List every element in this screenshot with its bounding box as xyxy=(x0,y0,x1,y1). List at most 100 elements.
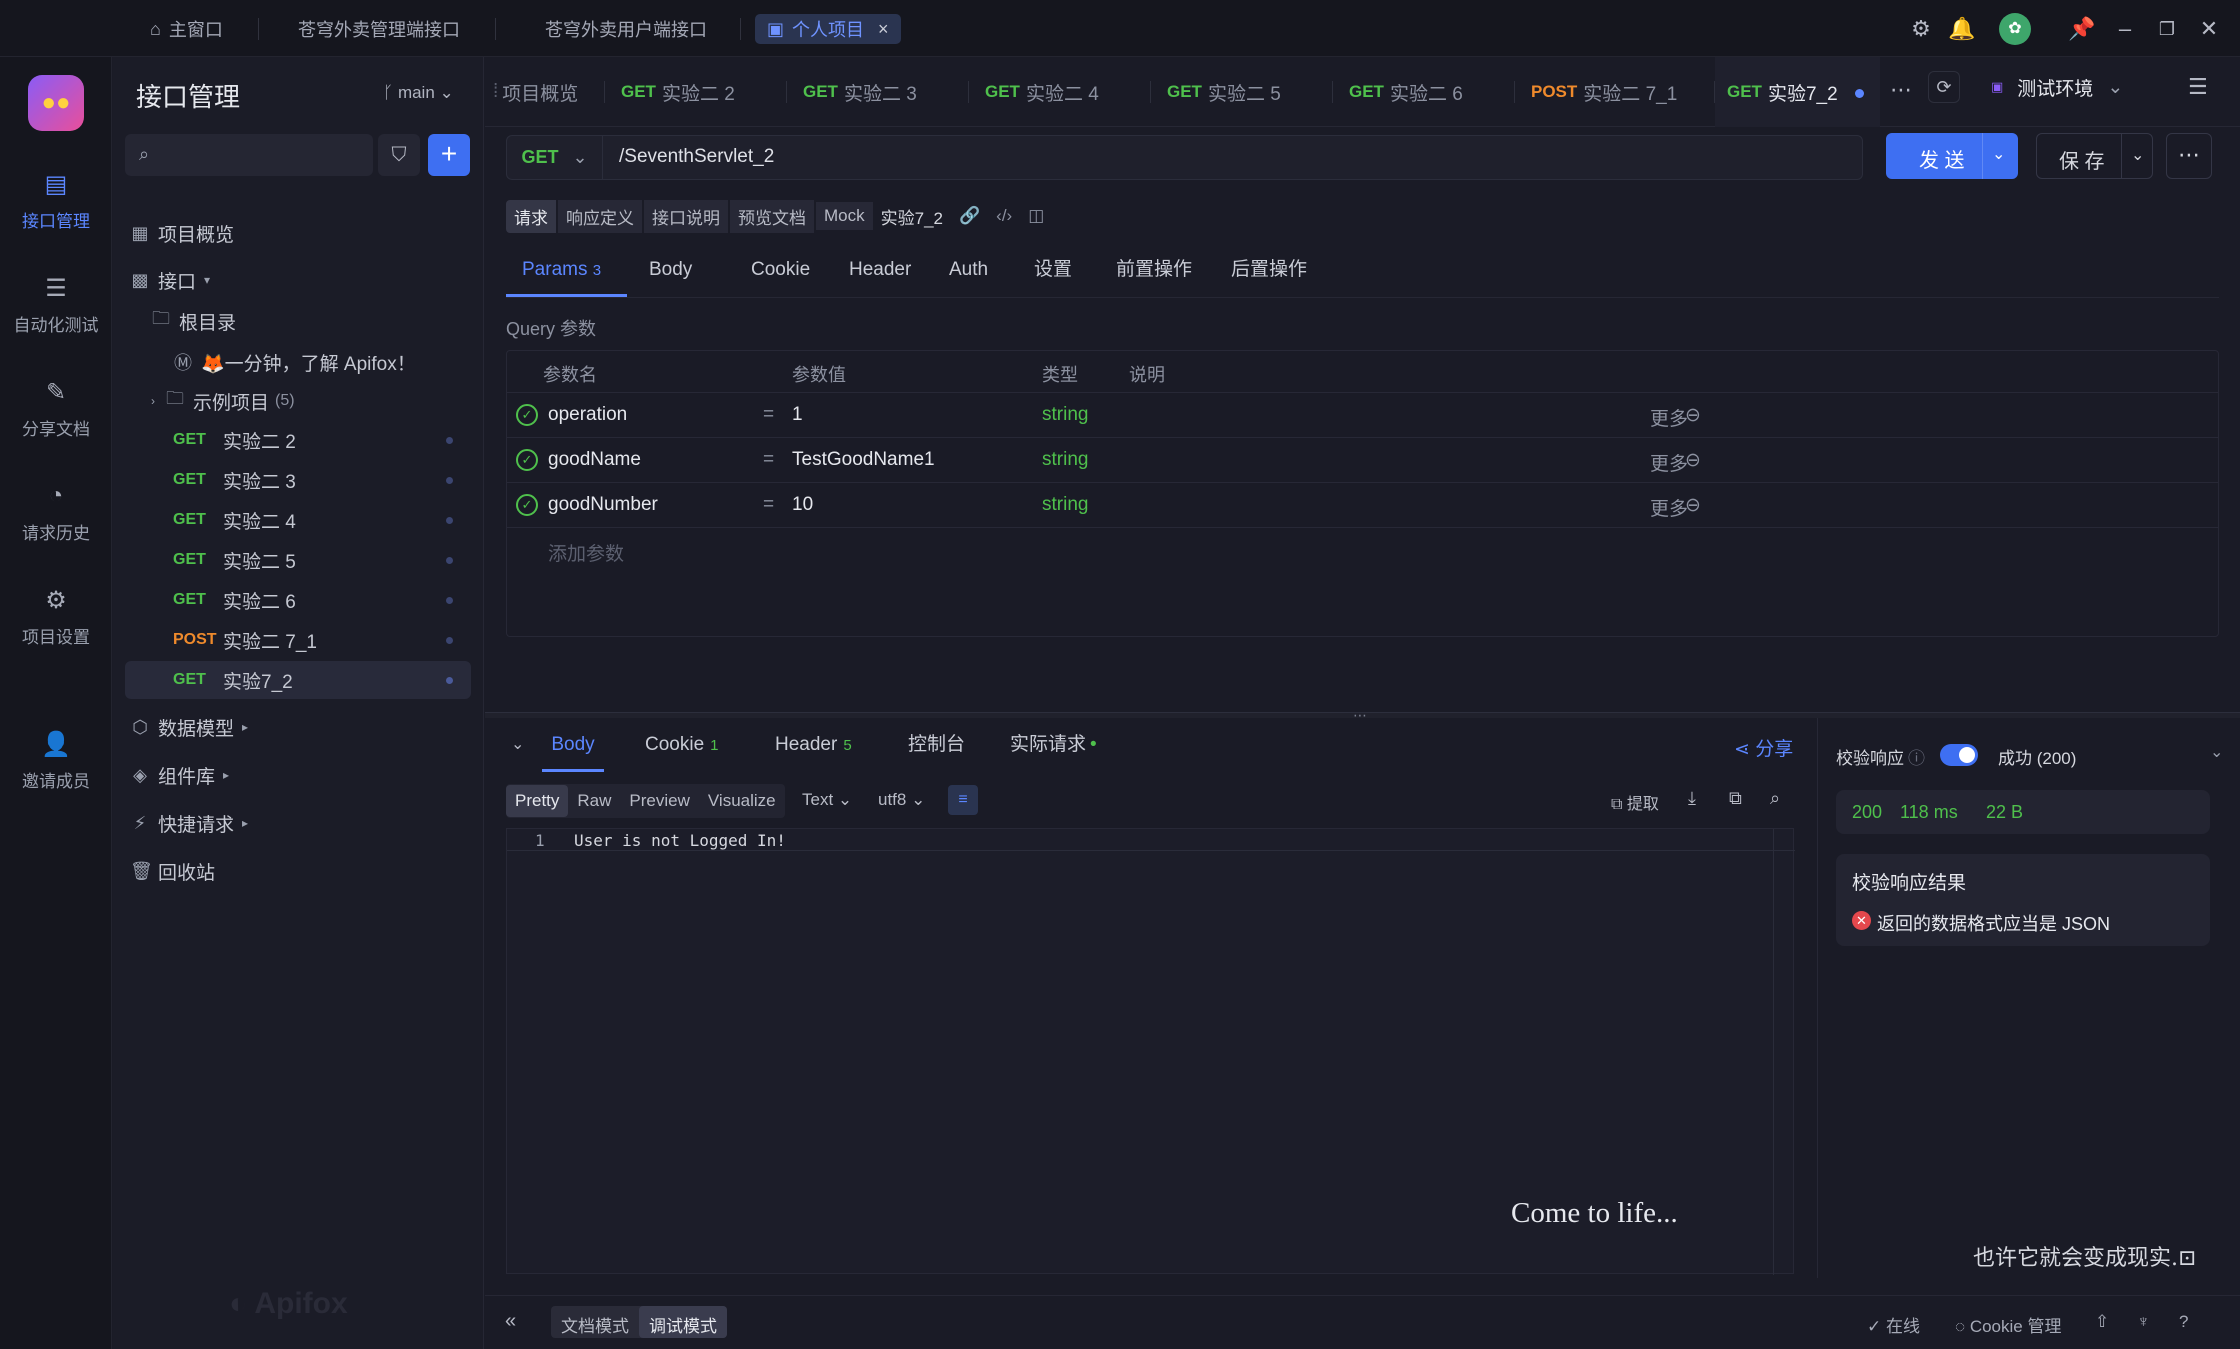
close-tab-icon[interactable]: × xyxy=(878,19,889,40)
tree-data-model[interactable]: ⬡ 数据模型 ▸ xyxy=(130,708,501,746)
tab-console[interactable]: 控制台 xyxy=(908,730,965,772)
tab-response-header[interactable]: Header 5 xyxy=(775,730,852,772)
encoding-select[interactable]: utf8 ⌄ xyxy=(878,790,925,810)
rail-history[interactable]: ◔ 请求历史 xyxy=(0,481,112,544)
rail-automation[interactable]: ☰ 自动化测试 xyxy=(0,273,112,336)
restore-icon[interactable]: ❐ xyxy=(2154,16,2180,42)
collapse-chevron-icon[interactable]: ⌄ xyxy=(511,734,524,754)
settings-gear-icon[interactable]: ⚙ xyxy=(1908,16,1934,42)
tab-response-cookie[interactable]: Cookie 1 xyxy=(645,730,719,772)
chip-request[interactable]: 请求 xyxy=(506,199,556,233)
rail-project-settings[interactable]: ⚙ 项目设置 xyxy=(0,585,112,648)
request-tab[interactable]: GET 实验二 6 xyxy=(1333,57,1515,127)
save-button[interactable]: 保 存 ⌄ xyxy=(2036,133,2153,179)
remove-circle-icon[interactable]: ⊖ xyxy=(1685,494,1701,517)
request-tab[interactable]: POST 实验二 7_1 xyxy=(1515,57,1715,127)
tab-pre-actions[interactable]: 前置操作 xyxy=(1116,253,1192,297)
collapse-sidebar-icon[interactable]: « xyxy=(505,1310,516,1333)
send-button[interactable]: 发 送 ⌄ xyxy=(1886,133,2018,179)
close-window-icon[interactable]: ✕ xyxy=(2196,16,2222,42)
tree-interfaces[interactable]: ▩ 接口 ▾ xyxy=(130,261,501,299)
window-tab-personal[interactable]: ▣ 个人项目 × xyxy=(755,14,901,44)
rail-share-docs[interactable]: ✎ 分享文档 xyxy=(0,377,112,440)
tree-api-item[interactable]: GET 实验二 5 xyxy=(125,541,471,579)
debug-mode-button[interactable]: 调试模式 xyxy=(639,1306,727,1338)
upload-icon[interactable]: ⇧ xyxy=(2095,1312,2109,1332)
validate-toggle[interactable] xyxy=(1940,744,1978,766)
code-icon[interactable]: ‹/› xyxy=(996,206,1012,226)
help-icon[interactable]: ? xyxy=(2179,1312,2188,1332)
search-icon[interactable]: ⌕ xyxy=(1770,788,1780,809)
tab-auth[interactable]: Auth xyxy=(949,253,988,297)
method-select[interactable]: GET ⌄ xyxy=(507,136,603,179)
tab-actual-request[interactable]: 实际请求 • xyxy=(1010,730,1097,772)
window-tab-home[interactable]: ⌂ 主窗口 xyxy=(150,14,223,44)
chip-api-desc[interactable]: 接口说明 xyxy=(644,199,728,233)
request-tab[interactable]: GET 实验二 5 xyxy=(1151,57,1333,127)
tab-post-actions[interactable]: 后置操作 xyxy=(1231,253,1307,297)
online-status[interactable]: ✓ 在线 xyxy=(1867,1312,1920,1337)
environment-select[interactable]: ▣ 测试环境 ⌄ xyxy=(1975,67,2139,107)
tab-response-body[interactable]: Body xyxy=(542,730,604,772)
url-input[interactable]: /SeventhServlet_2 xyxy=(619,146,774,168)
copy-icon[interactable]: ⧉ xyxy=(1729,788,1742,809)
tab-settings[interactable]: 设置 xyxy=(1034,253,1072,297)
add-param-input[interactable]: 添加参数 xyxy=(548,539,624,566)
more-tabs-icon[interactable]: ⋯ xyxy=(1890,77,1912,103)
extract-button[interactable]: ⧉ 提取 xyxy=(1611,790,1659,814)
tree-api-item-selected[interactable]: GET 实验7_2 xyxy=(125,661,471,699)
doc-mode-button[interactable]: 文档模式 xyxy=(551,1306,639,1338)
menu-icon[interactable]: ☰ xyxy=(2188,74,2208,100)
rail-invite[interactable]: 👤 邀请成员 xyxy=(0,729,112,792)
checkbox-checked-icon[interactable]: ✓ xyxy=(516,494,538,516)
panel-icon[interactable]: ◫ xyxy=(1028,206,1044,226)
chip-mock[interactable]: Mock xyxy=(816,202,873,230)
filter-button[interactable]: ⛉ xyxy=(378,134,420,176)
chevron-down-icon[interactable]: ⌄ xyxy=(2210,742,2223,762)
notification-bell-icon[interactable]: 🔔 xyxy=(1948,16,1975,42)
request-tab-active[interactable]: GET 实验7_2 xyxy=(1715,57,1880,127)
format-preview[interactable]: Preview xyxy=(620,785,698,817)
window-tab-user-api[interactable]: 苍穹外卖用户端接口 xyxy=(545,14,707,44)
chip-preview-doc[interactable]: 预览文档 xyxy=(730,199,814,233)
tree-api-item[interactable]: GET 实验二 6 xyxy=(125,581,471,619)
refresh-icon[interactable]: ⟳ xyxy=(1928,71,1960,103)
tree-api-item[interactable]: GET 实验二 3 xyxy=(125,461,471,499)
tree-recycle-bin[interactable]: 🗑 回收站 xyxy=(130,852,501,890)
request-tab[interactable]: GET 实验二 2 xyxy=(605,57,787,127)
rail-api-management[interactable]: ▤ 接口管理 xyxy=(0,169,112,232)
tree-api-item[interactable]: GET 实验二 2 xyxy=(125,421,471,459)
search-input[interactable]: ⌕ xyxy=(125,134,373,176)
response-body-editor[interactable]: 1 User is not Logged In! Come to life... xyxy=(506,828,1795,1275)
wrap-lines-icon[interactable]: ≡ xyxy=(948,785,978,815)
link-icon[interactable]: 🔗 xyxy=(959,206,980,226)
minimize-icon[interactable]: – xyxy=(2112,16,2138,42)
request-tab[interactable]: GET 实验二 4 xyxy=(969,57,1151,127)
remove-circle-icon[interactable]: ⊖ xyxy=(1685,404,1701,427)
tree-api-item[interactable]: POST 实验二 7_1 xyxy=(125,621,471,659)
checkbox-checked-icon[interactable]: ✓ xyxy=(516,404,538,426)
tree-api-item[interactable]: GET 实验二 4 xyxy=(125,501,471,539)
avatar[interactable]: ✿ xyxy=(1999,13,2031,45)
more-options-button[interactable]: ⋯ xyxy=(2166,133,2212,179)
tab-cookie[interactable]: Cookie xyxy=(751,253,810,297)
type-select[interactable]: Text ⌄ xyxy=(802,790,852,810)
format-visualize[interactable]: Visualize xyxy=(699,785,785,817)
tree-example-folder[interactable]: › 🗀 示例项目 (5) xyxy=(151,382,522,420)
download-icon[interactable]: ⤓ xyxy=(1688,788,1696,809)
request-tab[interactable]: ⁞ 项目概览 xyxy=(485,57,605,127)
shirt-icon[interactable]: ♆ xyxy=(2137,1312,2150,1332)
request-tab[interactable]: GET 实验二 3 xyxy=(787,57,969,127)
tree-components[interactable]: ◈ 组件库 ▸ xyxy=(130,756,501,794)
pin-icon[interactable]: 📌 xyxy=(2068,16,2095,42)
add-button[interactable]: + xyxy=(428,134,470,176)
remove-circle-icon[interactable]: ⊖ xyxy=(1685,449,1701,472)
window-tab-admin-api[interactable]: 苍穹外卖管理端接口 xyxy=(298,14,460,44)
share-link[interactable]: ⋖ 分享 xyxy=(1734,734,1793,761)
branch-select[interactable]: ᚴ main ⌄ xyxy=(383,83,454,103)
status-select[interactable]: 成功 (200) xyxy=(1998,744,2076,769)
tree-project-overview[interactable]: ▦ 项目概览 xyxy=(130,214,501,252)
chevron-down-icon[interactable]: ⌄ xyxy=(2131,145,2144,165)
tab-body[interactable]: Body xyxy=(649,253,692,297)
tree-quick-request[interactable]: ⚡ 快捷请求 ▸ xyxy=(130,804,501,842)
